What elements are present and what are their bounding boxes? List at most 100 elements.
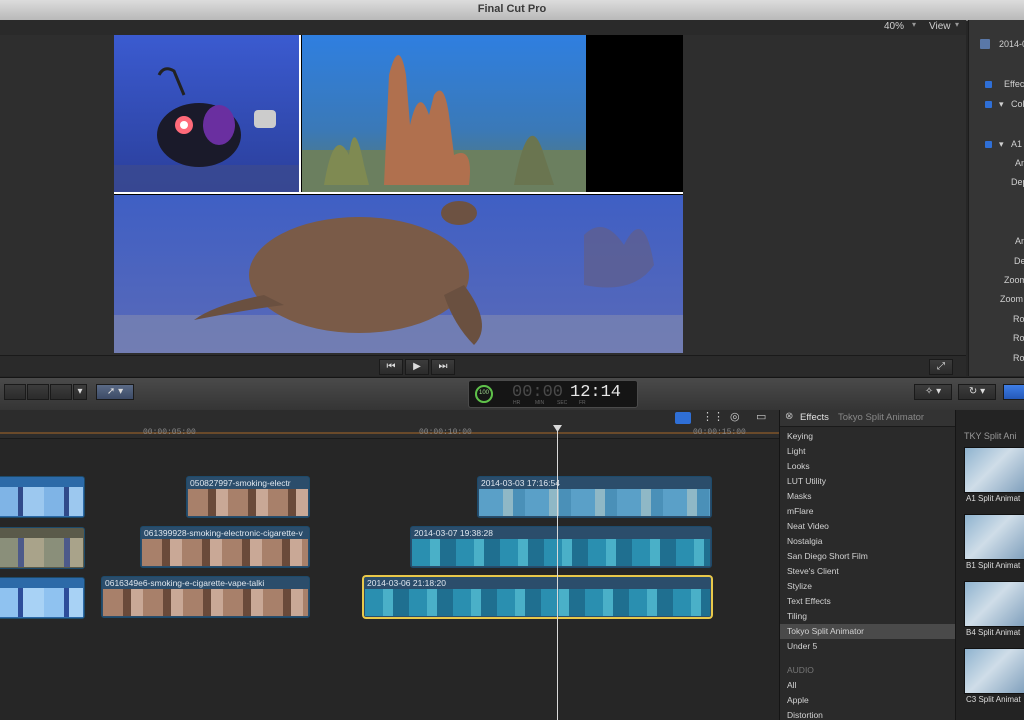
clip-filmstrip (0, 538, 83, 567)
append-clip-icon[interactable] (50, 384, 72, 400)
effects-browser: ⊗ Effects Tokyo Split Animator Keying Lig… (779, 410, 955, 720)
ruler-tick: 00:00:05:00 (143, 428, 196, 437)
inspector-row-label: Ro (1013, 353, 1024, 363)
clip-filmstrip (0, 588, 83, 617)
effect-thumbnail-label: B1 Split Animat (966, 561, 1021, 570)
timeline-clip[interactable]: 2014-03-03 17:16:54 (477, 476, 712, 518)
zoom-chevron-icon[interactable]: ▾ (912, 20, 916, 29)
timeline-clip[interactable]: 0616349e6-smoking-e-cigarette-vape-talki (101, 576, 310, 618)
close-icon[interactable]: ⊗ (785, 411, 793, 422)
viewer-header: 40% ▾ View ▾ (0, 20, 966, 35)
zoom-level[interactable]: 40% (884, 21, 904, 32)
inspector-panel: 2014-0 Effec Colo ▾ A1 ▾ An Dep An De Zoom Zoom Ro R… (968, 20, 1024, 376)
transport-bar: ⏮ ▶ ⏭ ⤢ (0, 355, 966, 376)
disclosure-triangle-icon[interactable]: ▾ (999, 139, 1004, 150)
title-bar: Final Cut Pro (0, 0, 1024, 21)
playhead[interactable] (557, 425, 558, 720)
ruler-tick: 00:00:15:00 (693, 428, 746, 437)
view-menu[interactable]: View (929, 21, 951, 32)
retime-icon[interactable]: ↻ ▾ (958, 384, 996, 400)
enhance-wand-icon[interactable]: ✧ ▾ (914, 384, 952, 400)
effect-thumbnail[interactable] (964, 648, 1024, 694)
inspector-row-label: Ro (1013, 333, 1024, 343)
enable-checkbox[interactable] (985, 141, 992, 148)
effect-thumbnail-label: A1 Split Animat (966, 494, 1021, 503)
timeline-clip[interactable]: 2014-03-06 21:18:20 (363, 576, 712, 618)
connect-clip-icon[interactable] (4, 384, 26, 400)
timecode-value: 12:14 (570, 383, 622, 402)
timeline-ruler[interactable]: 00:00:05:00 00:00:10:00 00:00:15:00 ⋮⋮ ◎… (0, 410, 779, 439)
snapping-icon[interactable]: ▭ (756, 410, 766, 423)
effect-category-item[interactable]: Masks (787, 491, 812, 501)
effect-category-item[interactable]: San Diego Short Film (787, 551, 868, 561)
effect-category-item[interactable]: Stylize (787, 581, 812, 591)
effect-category-item[interactable]: LUT Utility (787, 476, 826, 486)
inspector-row-label: A1 (1011, 139, 1023, 149)
timecode-unit-min: MIN (535, 400, 545, 406)
timeline-clip[interactable]: 061399928-smoking-electronic-cigarette-v (140, 526, 310, 568)
clip-filmstrip (188, 489, 308, 516)
clip-filmstrip (479, 489, 710, 516)
enable-checkbox[interactable] (985, 101, 992, 108)
timeline-clip[interactable]: 050827997-smoking-electr (186, 476, 310, 518)
edit-menu-chevron-icon[interactable]: ▾ (73, 384, 87, 400)
audio-category-item[interactable]: Distortion (787, 710, 823, 720)
browser-category-header: TKY Split Ani (964, 431, 1017, 441)
inspector-row-label: Dep (1011, 177, 1024, 187)
effect-category-item[interactable]: Nostalgia (787, 536, 822, 546)
audio-skimming-icon[interactable]: ⋮⋮ (702, 410, 724, 423)
audio-category-item[interactable]: Apple (787, 695, 809, 705)
effects-title: Effects (800, 412, 829, 423)
effect-category-item[interactable]: Looks (787, 461, 810, 471)
solo-icon[interactable]: ◎ (730, 410, 740, 423)
clip-filmstrip (142, 539, 308, 566)
next-edit-button[interactable]: ⏭ (431, 359, 455, 375)
inspector-row-label: Effec (1004, 79, 1024, 89)
clip-label: 050827997-smoking-electr (190, 478, 291, 488)
view-chevron-icon: ▾ (955, 20, 960, 29)
effect-category-item[interactable]: mFlare (787, 506, 813, 516)
effect-thumbnail[interactable] (964, 514, 1024, 560)
timecode-unit-fr: FR (579, 400, 586, 406)
play-button[interactable]: ▶ (405, 359, 429, 375)
effect-category-item[interactable]: Neat Video (787, 521, 829, 531)
video-canvas[interactable] (114, 35, 683, 353)
effect-category-item[interactable]: Light (787, 446, 805, 456)
select-tool-button[interactable]: ➚ ▾ (96, 384, 134, 400)
effect-category-item[interactable]: Under 5 (787, 641, 817, 651)
inspector-row-label: De (1014, 256, 1024, 266)
effect-thumbnail[interactable] (964, 581, 1024, 627)
inspector-row-label: An (1015, 158, 1024, 168)
inspector-row-label: An (1015, 236, 1024, 246)
effect-category-item[interactable]: Steve's Client (787, 566, 839, 576)
inspector-row-label: Zoom (1004, 275, 1024, 285)
effects-selection-name: Tokyo Split Animator (838, 412, 925, 423)
clip-label: 2014-03-03 17:16:54 (481, 478, 560, 488)
effect-category-item[interactable]: Text Effects (787, 596, 831, 606)
clip-partial[interactable] (0, 527, 85, 569)
enable-checkbox[interactable] (985, 81, 992, 88)
clip-skimming-icon[interactable] (675, 412, 691, 424)
effect-category-item[interactable]: Keying (787, 431, 813, 441)
ruler-tick: 00:00:10:00 (419, 428, 472, 437)
clip-icon (980, 39, 990, 49)
fps-label: 100 (479, 390, 490, 396)
effect-thumbnail-label: B4 Split Animat (966, 628, 1021, 637)
timecode-display[interactable]: 100 00:00 12:14 HR MIN SEC FR (468, 380, 638, 408)
effect-category-item[interactable]: Tokyo Split Animator (787, 626, 864, 636)
window-title: Final Cut Pro (477, 3, 547, 15)
media-browser-icon[interactable] (1003, 384, 1024, 400)
clip-partial[interactable] (0, 577, 85, 619)
effect-thumbnail[interactable] (964, 447, 1024, 493)
clip-partial[interactable] (0, 476, 85, 518)
fullscreen-icon[interactable]: ⤢ (929, 359, 953, 375)
clip-filmstrip (412, 539, 710, 566)
timecode-unit-hr: HR (513, 400, 521, 406)
previous-edit-button[interactable]: ⏮ (379, 359, 403, 375)
audio-category-item[interactable]: All (787, 680, 796, 690)
inspector-row-label: Ro (1013, 314, 1024, 324)
timeline-clip[interactable]: 2014-03-07 19:38:28 (410, 526, 712, 568)
insert-clip-icon[interactable] (27, 384, 49, 400)
effect-category-item[interactable]: Tiling (787, 611, 807, 621)
disclosure-triangle-icon[interactable]: ▾ (999, 99, 1004, 110)
